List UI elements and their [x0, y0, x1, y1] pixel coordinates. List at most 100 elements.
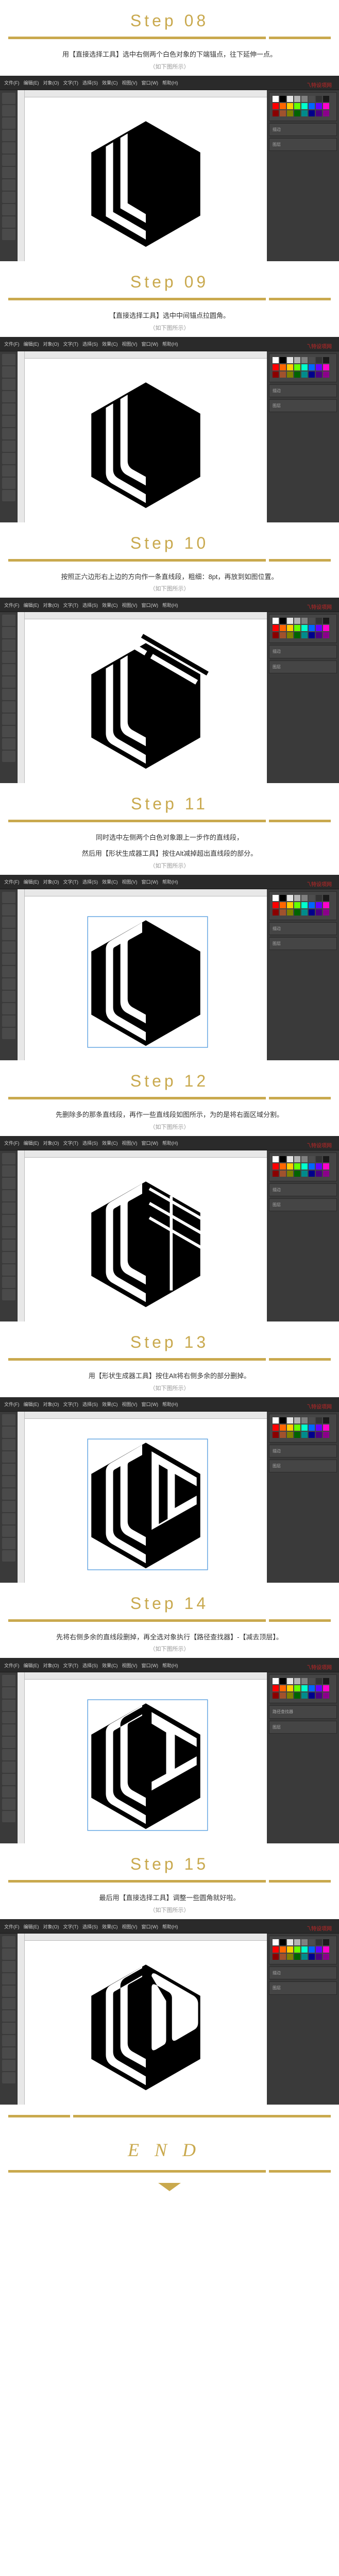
swatch[interactable]	[287, 1678, 293, 1684]
swatch-row[interactable]	[273, 96, 333, 102]
swatch[interactable]	[316, 1156, 322, 1162]
swatch[interactable]	[301, 625, 308, 631]
ai-toolbar[interactable]	[0, 90, 18, 261]
swatch[interactable]	[273, 632, 279, 638]
swatch[interactable]	[309, 357, 315, 363]
swatch[interactable]	[287, 1417, 293, 1423]
swatch[interactable]	[273, 1163, 279, 1170]
swatch[interactable]	[301, 895, 308, 901]
swatch[interactable]	[301, 1954, 308, 1960]
swatch[interactable]	[273, 1678, 279, 1684]
swatch[interactable]	[280, 1685, 286, 1691]
scale-tool-icon[interactable]	[2, 192, 15, 203]
swatch[interactable]	[287, 909, 293, 916]
swatch[interactable]	[287, 902, 293, 908]
swatch[interactable]	[287, 1163, 293, 1170]
swatch[interactable]	[309, 110, 315, 116]
swatch[interactable]	[294, 1692, 300, 1699]
swatch[interactable]	[309, 1692, 315, 1699]
swatch[interactable]	[287, 1692, 293, 1699]
swatch[interactable]	[273, 625, 279, 631]
swatch[interactable]	[287, 1171, 293, 1177]
swatch[interactable]	[273, 1171, 279, 1177]
swatch[interactable]	[323, 1432, 329, 1438]
swatch[interactable]	[287, 625, 293, 631]
swatch[interactable]	[316, 1417, 322, 1423]
swatch[interactable]	[294, 1171, 300, 1177]
swatch[interactable]	[301, 632, 308, 638]
swatch[interactable]	[294, 1946, 300, 1953]
swatch[interactable]	[301, 110, 308, 116]
swatch[interactable]	[273, 371, 279, 378]
ai-menubar[interactable]: 文件(F)编辑(E)对象(O)文字(T)选择(S)效果(C)视图(V)窗口(W)…	[0, 76, 339, 90]
swatch[interactable]	[309, 96, 315, 102]
line-tool-icon[interactable]	[2, 142, 15, 154]
swatch[interactable]	[287, 1432, 293, 1438]
swatch[interactable]	[280, 1946, 286, 1953]
color-panel[interactable]	[269, 92, 337, 121]
swatch[interactable]	[316, 364, 322, 370]
swatch[interactable]	[280, 618, 286, 624]
swatch[interactable]	[323, 625, 329, 631]
swatch[interactable]	[309, 902, 315, 908]
swatch[interactable]	[316, 1171, 322, 1177]
swatch[interactable]	[316, 357, 322, 363]
swatch[interactable]	[323, 1171, 329, 1177]
swatch[interactable]	[280, 1432, 286, 1438]
swatch[interactable]	[316, 1678, 322, 1684]
pen-tool-icon[interactable]	[2, 117, 15, 129]
swatch[interactable]	[309, 1425, 315, 1431]
swatch[interactable]	[309, 103, 315, 109]
swatch[interactable]	[287, 895, 293, 901]
swatch[interactable]	[280, 1678, 286, 1684]
swatch[interactable]	[273, 895, 279, 901]
swatch[interactable]	[287, 1156, 293, 1162]
swatch[interactable]	[309, 1156, 315, 1162]
swatch[interactable]	[294, 618, 300, 624]
swatch[interactable]	[316, 96, 322, 102]
swatch[interactable]	[316, 1946, 322, 1953]
swatch[interactable]	[280, 895, 286, 901]
swatch[interactable]	[273, 357, 279, 363]
swatch[interactable]	[309, 625, 315, 631]
swatch[interactable]	[273, 96, 279, 102]
fill-stroke-icon[interactable]	[2, 229, 15, 240]
swatch[interactable]	[294, 1432, 300, 1438]
swatch[interactable]	[316, 1954, 322, 1960]
swatch[interactable]	[280, 110, 286, 116]
swatch[interactable]	[301, 96, 308, 102]
swatch[interactable]	[280, 1425, 286, 1431]
swatch[interactable]	[309, 1678, 315, 1684]
artboard[interactable]	[25, 1158, 267, 1321]
swatch[interactable]	[301, 371, 308, 378]
brush-tool-icon[interactable]	[2, 167, 15, 178]
swatch[interactable]	[301, 1685, 308, 1691]
artboard[interactable]	[25, 896, 267, 1060]
swatch[interactable]	[273, 1939, 279, 1945]
swatch[interactable]	[309, 364, 315, 370]
swatch[interactable]	[273, 1954, 279, 1960]
swatch[interactable]	[316, 902, 322, 908]
swatch[interactable]	[294, 1163, 300, 1170]
swatch[interactable]	[294, 625, 300, 631]
swatch[interactable]	[309, 1939, 315, 1945]
layers-panel[interactable]: 图层	[269, 138, 337, 151]
eyedropper-tool-icon[interactable]	[2, 204, 15, 215]
swatch[interactable]	[273, 1685, 279, 1691]
swatch[interactable]	[294, 1417, 300, 1423]
swatch[interactable]	[280, 1954, 286, 1960]
swatch[interactable]	[323, 1425, 329, 1431]
swatch[interactable]	[316, 1939, 322, 1945]
swatch[interactable]	[287, 357, 293, 363]
swatch[interactable]	[294, 103, 300, 109]
swatch[interactable]	[287, 1939, 293, 1945]
swatch[interactable]	[273, 1425, 279, 1431]
swatch[interactable]	[294, 110, 300, 116]
swatch[interactable]	[309, 632, 315, 638]
swatch[interactable]	[316, 895, 322, 901]
swatch[interactable]	[323, 364, 329, 370]
swatch[interactable]	[294, 1425, 300, 1431]
swatch[interactable]	[323, 1156, 329, 1162]
swatch[interactable]	[323, 1417, 329, 1423]
swatch[interactable]	[294, 1954, 300, 1960]
